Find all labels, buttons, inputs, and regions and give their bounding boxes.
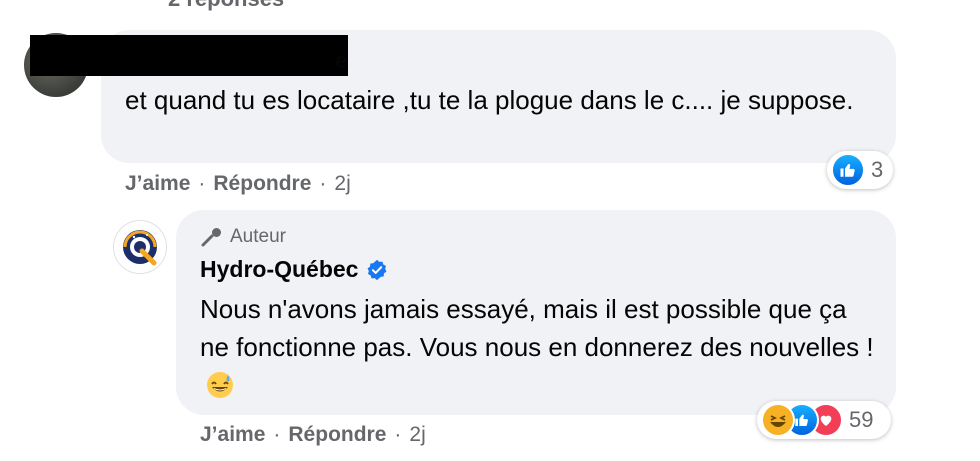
author-badge-label: Auteur	[230, 226, 286, 247]
hydro-quebec-logo-avatar[interactable]	[114, 221, 166, 273]
comment-text-content: Nous n'avons jamais essayé, mais il est …	[200, 294, 874, 362]
author-badge: Auteur	[200, 226, 286, 248]
like-button[interactable]: J’aime	[200, 423, 265, 447]
reply-button[interactable]: Répondre	[213, 172, 311, 196]
like-reaction-icon	[831, 153, 865, 187]
timestamp-link[interactable]: 2j	[334, 172, 350, 196]
redacted-name-block	[30, 35, 348, 76]
page-name[interactable]: Hydro-Québec	[200, 256, 388, 283]
comment-actions: J’aime · Répondre · 2j	[125, 172, 351, 196]
prior-replies-link[interactable]: 2 réponses	[168, 0, 284, 12]
reply-button[interactable]: Répondre	[288, 423, 386, 447]
separator-dot: ·	[394, 423, 402, 446]
separator-dot: ·	[198, 172, 206, 195]
reaction-summary[interactable]: 59	[757, 401, 891, 439]
reaction-count: 59	[849, 407, 874, 432]
comment-text: et quand tu es locataire ,tu te la plogu…	[125, 85, 854, 115]
like-button[interactable]: J’aime	[125, 172, 190, 196]
page-name-label[interactable]: Hydro-Québec	[200, 256, 358, 283]
grinning-sweat-emoji-icon	[207, 372, 233, 398]
comment-actions: J’aime · Répondre · 2j	[200, 423, 426, 447]
reaction-count: 3	[871, 157, 884, 182]
commenter-name[interactable]: e	[335, 48, 347, 74]
separator-dot: ·	[319, 172, 327, 195]
timestamp-link[interactable]: 2j	[409, 423, 425, 447]
comment-text: Nous n'avons jamais essayé, mais il est …	[200, 290, 880, 404]
haha-reaction-icon	[761, 403, 795, 437]
verified-badge-icon	[368, 259, 387, 280]
reaction-summary[interactable]: 3	[827, 151, 893, 189]
microphone-icon	[201, 228, 221, 247]
separator-dot: ·	[273, 423, 281, 446]
